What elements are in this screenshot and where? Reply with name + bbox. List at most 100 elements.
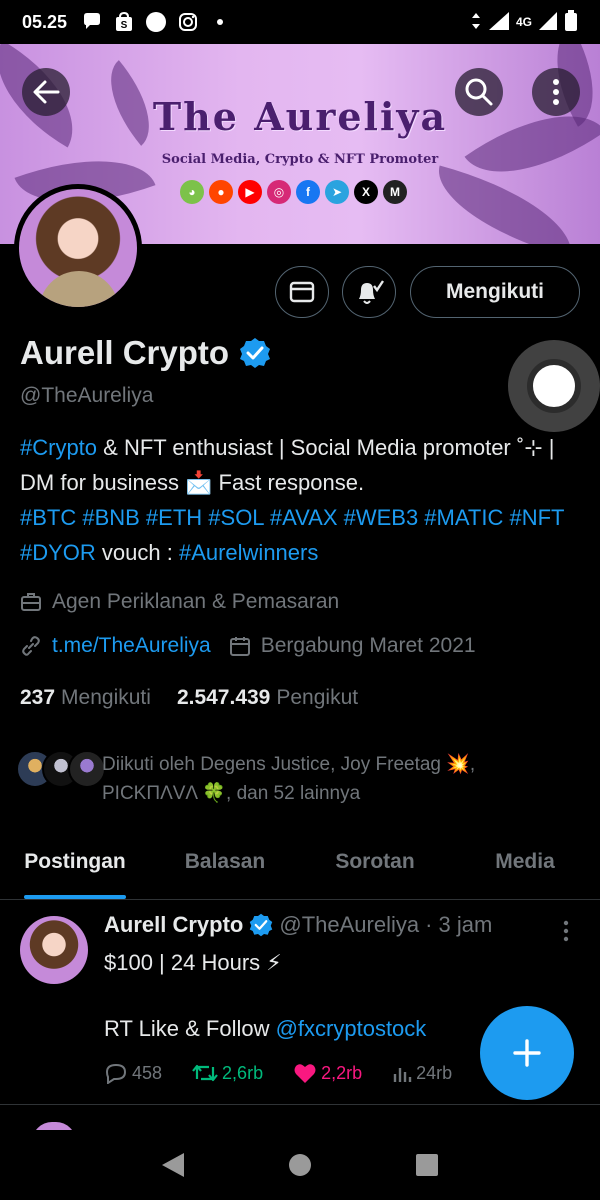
- message-button[interactable]: [275, 266, 329, 318]
- status-notification-icons: S: [81, 11, 231, 33]
- profile-category: Agen Periklanan & Pemasaran: [20, 590, 339, 614]
- heart-icon: [294, 1064, 316, 1083]
- followers-label: Pengikut: [276, 686, 359, 709]
- following-button[interactable]: Mengikuti: [410, 266, 580, 318]
- circle-icon: [145, 11, 167, 33]
- search-icon: [465, 78, 493, 106]
- search-button[interactable]: [455, 68, 503, 116]
- instagram-logo-icon: ◎: [267, 180, 291, 204]
- profile-handle: @TheAureliya: [20, 384, 154, 407]
- plus-icon: [513, 1039, 541, 1067]
- followers-count: 2.547.439: [176, 686, 271, 709]
- link-icon: [22, 636, 40, 656]
- post-header: Aurell Crypto @TheAureliya · 3 jam: [104, 912, 492, 938]
- banner-title: The Aureliya: [152, 94, 448, 139]
- reply-button[interactable]: 458: [104, 1062, 162, 1084]
- reply-count: 458: [132, 1062, 163, 1083]
- tab-posts[interactable]: Postingan: [0, 838, 150, 899]
- svg-text:S: S: [121, 20, 128, 31]
- status-bar: 05.25 S 4G: [0, 0, 600, 44]
- post-line-1: $100 | 24 Hours ⚡: [104, 950, 282, 975]
- assistive-touch-button[interactable]: [508, 340, 600, 432]
- calendar-icon: [229, 637, 250, 656]
- signal-icon-2: [538, 11, 558, 34]
- status-system-icons: 4G: [470, 9, 578, 35]
- following-count: 237: [20, 686, 56, 709]
- status-time: 05.25: [22, 11, 68, 32]
- post-actions: 458 2,6rb 2,2rb 24rb: [104, 1062, 452, 1084]
- bio-hashtag[interactable]: #Crypto: [20, 435, 97, 460]
- assistive-touch-inner: [527, 359, 581, 413]
- followers-count-link[interactable]: 2.547.439 Pengikut: [177, 686, 358, 710]
- bio-text: & NFT enthusiast | Social Media promoter…: [20, 435, 555, 495]
- nav-home-icon[interactable]: [287, 1152, 313, 1178]
- like-count: 2,2rb: [321, 1062, 363, 1083]
- next-post-avatar: [32, 1122, 76, 1130]
- nav-back-icon[interactable]: [160, 1151, 186, 1179]
- category-text: Agen Periklanan & Pemasaran: [52, 590, 340, 613]
- youtube-icon: ▶: [238, 180, 262, 204]
- repost-count: 2,6rb: [222, 1062, 264, 1083]
- bio-vouch-text: vouch :: [95, 540, 179, 565]
- post-time: · 3 jam: [425, 912, 493, 937]
- views-button[interactable]: 24rb: [392, 1062, 452, 1084]
- instagram-icon: [177, 11, 199, 33]
- dot-icon: [209, 11, 231, 33]
- system-navigation-bar: [0, 1130, 600, 1200]
- post-divider: [0, 1104, 600, 1105]
- post-author-handle: @TheAureliya: [279, 912, 420, 937]
- like-button[interactable]: 2,2rb: [293, 1062, 362, 1084]
- verified-badge-icon: [250, 913, 273, 937]
- shopee-icon: S: [113, 11, 135, 33]
- repost-icon: [192, 1064, 218, 1082]
- reply-icon: [105, 1063, 127, 1084]
- avatar-figure: [39, 271, 119, 307]
- nav-recents-icon[interactable]: [414, 1152, 440, 1178]
- profile-bio: #Crypto & NFT enthusiast | Social Media …: [20, 430, 585, 570]
- back-button[interactable]: [22, 68, 70, 116]
- following-label: Mengikuti: [61, 686, 151, 709]
- joined-date: Bergabung Maret 2021: [260, 634, 476, 657]
- parrot-icon: ◕: [180, 180, 204, 204]
- post-author-name[interactable]: Aurell Crypto: [104, 912, 243, 938]
- repost-button[interactable]: 2,6rb: [192, 1062, 263, 1084]
- compose-post-button[interactable]: [480, 1006, 574, 1100]
- vibrate-icon: [470, 12, 482, 33]
- post-mention[interactable]: @fxcryptostock: [276, 1016, 427, 1041]
- followed-by-avatars[interactable]: [16, 750, 106, 788]
- profile-avatar[interactable]: [14, 184, 142, 312]
- mini-avatar: [68, 750, 106, 788]
- banner-social-icons: ◕ ● ▶ ◎ f ➤ X M: [180, 180, 407, 204]
- banner-leaf-decoration: [425, 165, 585, 244]
- reddit-icon: ●: [209, 180, 233, 204]
- view-count: 24rb: [416, 1062, 453, 1083]
- views-icon: [393, 1068, 412, 1082]
- tab-media[interactable]: Media: [450, 838, 600, 899]
- briefcase-icon: [21, 593, 41, 611]
- following-count-link[interactable]: 237 Mengikuti: [20, 686, 151, 710]
- notification-bell-button[interactable]: [342, 266, 396, 318]
- more-options-button[interactable]: [532, 68, 580, 116]
- post-more-icon[interactable]: [563, 920, 569, 942]
- post-avatar[interactable]: [20, 916, 88, 984]
- mask-icon: M: [383, 180, 407, 204]
- bio-vouch-hashtag[interactable]: #Aurelwinners: [179, 540, 318, 565]
- profile-name: Aurell Crypto: [20, 334, 230, 371]
- banner-subtitle: Social Media, Crypto & NFT Promoter: [161, 152, 439, 167]
- facebook-icon: f: [296, 180, 320, 204]
- post-spacer: [104, 979, 564, 1012]
- x-logo-icon: X: [354, 180, 378, 204]
- mail-icon: [289, 281, 315, 303]
- profile-tabs: Postingan Balasan Sorotan Media: [0, 838, 600, 900]
- tab-replies[interactable]: Balasan: [150, 838, 300, 899]
- next-post-peek: [0, 1118, 600, 1130]
- followed-by-text[interactable]: Diikuti oleh Degens Justice, Joy Freetag…: [102, 750, 572, 808]
- network-type: 4G: [515, 15, 532, 29]
- verified-badge-icon[interactable]: [239, 337, 271, 369]
- post-line-2-text: RT Like & Follow: [104, 1016, 276, 1041]
- more-vertical-icon: [553, 79, 559, 105]
- profile-link[interactable]: t.me/TheAureliya: [52, 634, 211, 658]
- bell-check-icon: [359, 280, 384, 304]
- signal-icon: [488, 11, 510, 34]
- tab-highlights[interactable]: Sorotan: [300, 838, 450, 899]
